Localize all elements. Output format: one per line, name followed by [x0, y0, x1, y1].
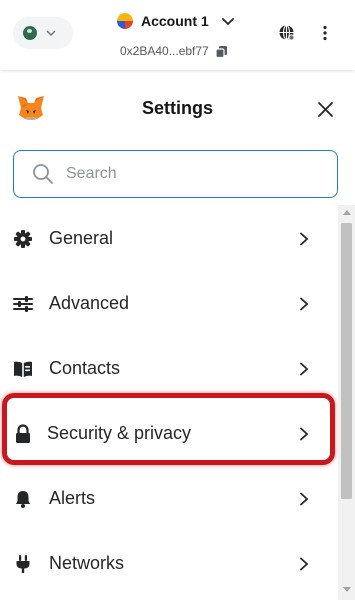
account-avatar [117, 13, 133, 29]
settings-item-label: Networks [49, 553, 125, 573]
chevron-right-icon [300, 492, 309, 505]
search-icon [33, 164, 53, 184]
settings-item-networks[interactable]: Networks [0, 531, 336, 596]
settings-item-label: Contacts [49, 358, 121, 378]
scrollbar[interactable] [338, 205, 355, 600]
chevron-right-icon [300, 362, 309, 375]
account-picker-button[interactable]: Account 1 [117, 13, 235, 29]
scrollbar-thumb[interactable] [341, 223, 352, 499]
settings-item-label: Security & privacy [47, 423, 192, 443]
sliders-icon [13, 295, 33, 312]
gear-icon [14, 229, 32, 248]
chevron-right-icon [300, 297, 309, 310]
app-header: Account 1 0x2BA40...ebf77 [0, 0, 355, 70]
network-status-icon [23, 26, 37, 40]
search-input[interactable] [66, 165, 306, 183]
chevron-down-icon [46, 30, 56, 36]
chevron-right-icon [300, 557, 309, 570]
close-icon[interactable] [316, 100, 335, 119]
settings-item-label: General [49, 228, 114, 248]
settings-menu: General Advanced Contacts Security & pri… [0, 206, 336, 596]
bell-icon [16, 490, 30, 508]
copy-icon [215, 45, 227, 58]
account-address: 0x2BA40...ebf77 [120, 44, 209, 58]
settings-item-general[interactable]: General [0, 206, 336, 271]
scroll-up-arrow-icon[interactable] [343, 210, 351, 215]
network-picker-button[interactable] [13, 17, 73, 49]
chevron-down-icon [221, 18, 234, 26]
plug-icon [16, 554, 30, 573]
kebab-menu-icon[interactable] [318, 24, 332, 42]
lock-icon [16, 423, 30, 443]
globe-icon[interactable] [278, 24, 295, 41]
settings-item-label: Alerts [49, 488, 96, 508]
settings-item-advanced[interactable]: Advanced [0, 271, 336, 336]
account-name: Account 1 [141, 13, 209, 29]
page-title: Settings [141, 98, 213, 118]
settings-item-label: Advanced [49, 293, 130, 313]
account-address-button[interactable]: 0x2BA40...ebf77 [120, 44, 228, 58]
chevron-right-icon [300, 232, 309, 245]
chevron-right-icon [300, 427, 309, 440]
settings-item-security-privacy[interactable]: Security & privacy [0, 401, 336, 466]
book-icon [14, 361, 32, 377]
scroll-down-arrow-icon[interactable] [343, 587, 351, 592]
settings-header: Settings [0, 80, 355, 140]
settings-item-alerts[interactable]: Alerts [0, 466, 336, 531]
settings-item-contacts[interactable]: Contacts [0, 336, 336, 401]
settings-search [13, 150, 338, 198]
